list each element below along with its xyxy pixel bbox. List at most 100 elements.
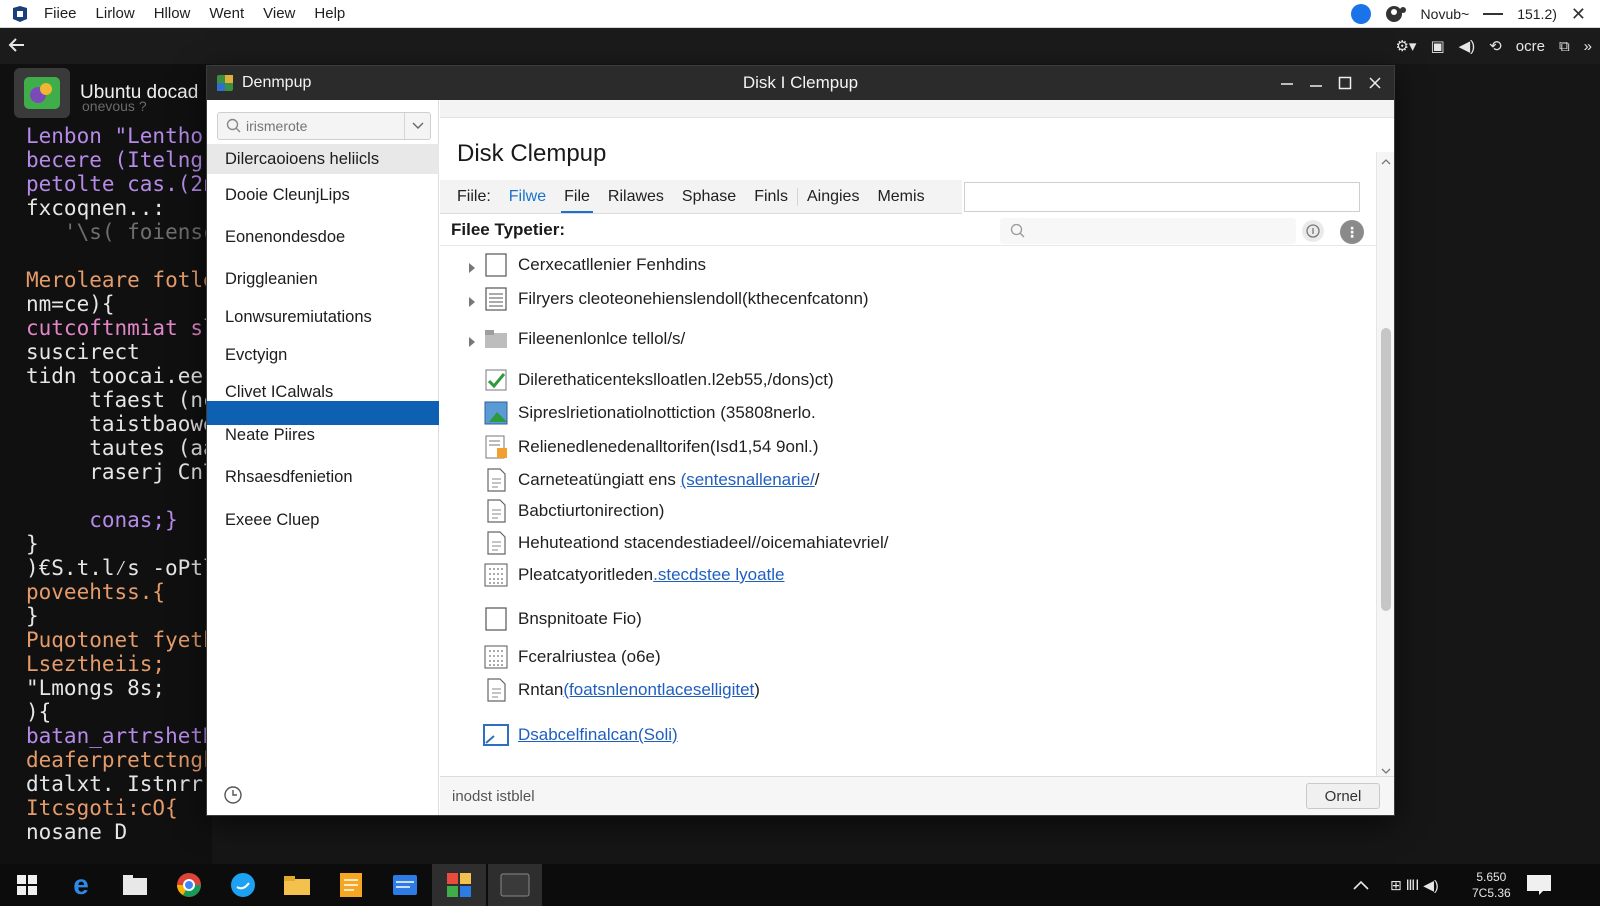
tab-sphase[interactable]: Sphase: [673, 180, 745, 214]
scrollbar-thumb[interactable]: [1381, 328, 1391, 611]
list-item[interactable]: Pleatcatyoritleden.stecdstee lyoatle: [440, 560, 1375, 590]
nav-search-box[interactable]: [217, 112, 431, 140]
expand-arrow-icon[interactable]: [467, 293, 477, 307]
chrome-icon[interactable]: [162, 864, 216, 906]
more-options-icon[interactable]: ⋮: [1340, 220, 1364, 244]
search-icon: [1010, 223, 1026, 239]
edge-browser-icon[interactable]: e: [54, 864, 108, 906]
nav-item-rhsaesdfenietion[interactable]: Rhsaesdfenietion: [207, 462, 439, 492]
list-item[interactable]: Carneteatüngiatt ens (sentesnallenarie//: [440, 465, 1375, 495]
twitter-icon[interactable]: [216, 864, 270, 906]
list-item-link[interactable]: (sentesnallenarie/: [681, 470, 815, 489]
maximize-button[interactable]: [1330, 66, 1360, 100]
vertical-scrollbar[interactable]: [1376, 152, 1394, 777]
tab-aingies[interactable]: Aingies: [798, 180, 868, 214]
nav-item-dooie[interactable]: Dooie CleunjLips: [207, 180, 439, 210]
tab-file-label[interactable]: Fiile:: [440, 180, 500, 214]
tab-bar-input[interactable]: [964, 182, 1360, 212]
expand-arrow-icon[interactable]: [467, 259, 477, 273]
nav-search-input[interactable]: [246, 118, 396, 134]
clock-text[interactable]: 151.2): [1517, 6, 1557, 22]
list-item-link[interactable]: Dsabcelfinalcan(Soli): [518, 725, 678, 744]
list-item[interactable]: Dsabcelfinalcan(Soli): [440, 720, 1375, 750]
notes-icon[interactable]: [324, 864, 378, 906]
list-item[interactable]: Fileenenlonlce tellol/s/: [440, 324, 1375, 354]
menu-item-hllow[interactable]: Hllow: [154, 5, 191, 22]
file-types-bar: Filee Typetier: ⋮: [440, 216, 1394, 246]
code-lines: Lenbon "Lenthor becere (Itelng(petolte ca…: [26, 124, 212, 844]
nav-item-lonwsuremiutations[interactable]: Lonwsuremiutations: [207, 302, 439, 332]
list-item[interactable]: Hehuteationd stacendestiadeel//oicemahia…: [440, 528, 1375, 558]
tab-memis[interactable]: Memis: [868, 180, 933, 214]
list-item-label: Dsabcelfinalcan(Soli): [518, 725, 678, 745]
scroll-down-icon[interactable]: [1381, 763, 1391, 774]
file-manager-icon[interactable]: [108, 864, 162, 906]
chevron-right-icon[interactable]: »: [1584, 38, 1592, 55]
list-item[interactable]: Filryers cleoteonehienslendoll(kthecenfc…: [440, 284, 1375, 314]
list-item[interactable]: Cerxecatllenier Fenhdins: [440, 250, 1375, 280]
list-item-link[interactable]: (foatsnlenontlaceselligitet: [563, 680, 754, 699]
code-line: )€S.t.l⁄s -oPtl: [26, 556, 212, 580]
ok-button[interactable]: Ornel: [1306, 783, 1380, 809]
scroll-up-icon[interactable]: [1381, 154, 1391, 165]
doc-file-icon: [482, 529, 510, 557]
tray-clock[interactable]: 5.650 7C5.36: [1472, 864, 1511, 906]
nav-item-evctyign[interactable]: Evctyign: [207, 340, 439, 370]
tab-file[interactable]: File: [555, 180, 599, 214]
history-icon[interactable]: [223, 785, 243, 805]
menu-item-went[interactable]: Went: [209, 5, 244, 22]
mail-icon[interactable]: [378, 864, 432, 906]
tray-network-icon[interactable]: ⊞ ⅢⅠ ◀): [1390, 864, 1439, 906]
list-item-label: Dilerethaticentekslloatlen.l2eb55,/dons)…: [518, 370, 834, 390]
chevron-down-icon[interactable]: [404, 113, 430, 139]
tab-filwe[interactable]: Filwe: [500, 180, 555, 214]
back-arrow-icon[interactable]: [6, 34, 30, 58]
tab-rilawes[interactable]: Rilawes: [599, 180, 673, 214]
list-item[interactable]: Rntan(foatsnlenontlaceselligitet): [440, 675, 1375, 705]
gallery-icon[interactable]: [432, 864, 486, 906]
nav-item-eonenondesdoe[interactable]: Eonenondesdoe: [207, 222, 439, 252]
menu-item-view[interactable]: View: [263, 5, 295, 22]
dialog-title-left: Denmpup: [242, 74, 312, 91]
list-item[interactable]: Relienedlenedenalltorifen(Isd1,54 9onl.): [440, 432, 1375, 462]
tab-finls[interactable]: Finls: [745, 180, 797, 214]
sync-icon[interactable]: ⟲: [1489, 37, 1502, 55]
list-item[interactable]: Bnspnitoate Fio): [440, 604, 1375, 634]
display-icon[interactable]: ▣: [1430, 37, 1444, 55]
nav-item-dilercaoioens[interactable]: Dilercaoioens heliicls: [207, 144, 439, 174]
terminal-icon[interactable]: [488, 864, 542, 906]
info-icon[interactable]: [1302, 220, 1324, 242]
expand-icon[interactable]: ⧉: [1559, 38, 1570, 55]
minimize-button[interactable]: [1301, 66, 1331, 100]
tray-chevron-up-icon[interactable]: [1352, 864, 1370, 906]
list-item[interactable]: Sipreslrietionatiolnottiction (35808nerl…: [440, 398, 1375, 428]
app-logo-icon[interactable]: [10, 4, 30, 24]
list-item[interactable]: Babctiurtonirection): [440, 496, 1375, 526]
list-item-link[interactable]: .stecdstee lyoatle: [653, 565, 784, 584]
menu-item-help[interactable]: Help: [314, 5, 345, 22]
start-button[interactable]: [0, 864, 54, 906]
tray-text[interactable]: ocre: [1516, 38, 1545, 55]
minimize-icon[interactable]: [1272, 66, 1302, 100]
notification-icon[interactable]: [1526, 864, 1552, 906]
file-types-search[interactable]: [1000, 218, 1296, 244]
network-icon[interactable]: [1350, 4, 1371, 24]
code-line: cutcoftnmiat sle: [26, 316, 212, 340]
folder-icon[interactable]: [270, 864, 324, 906]
expand-arrow-icon[interactable]: [467, 333, 477, 347]
minus-icon[interactable]: [1483, 13, 1504, 15]
list-item[interactable]: Fceralriustea (o6e): [440, 642, 1375, 672]
nav-item-exeee-cluep[interactable]: Exeee Cluep: [207, 505, 439, 535]
status-text[interactable]: Novub~: [1421, 6, 1470, 22]
settings-gear-icon[interactable]: ⚙▾: [1395, 37, 1416, 55]
nav-item-driggleanien[interactable]: Driggleanien: [207, 264, 439, 294]
menu-item-lirlow[interactable]: Lirlow: [96, 5, 135, 22]
volume-icon[interactable]: ◀): [1459, 37, 1476, 55]
user-icon[interactable]: [1385, 4, 1407, 24]
close-icon[interactable]: ✕: [1571, 4, 1586, 25]
close-button[interactable]: [1360, 66, 1390, 100]
nav-item-neate-piires[interactable]: Neate Piires: [207, 420, 439, 450]
menu-item-file[interactable]: Fiiee: [44, 5, 77, 22]
list-item[interactable]: Dilerethaticentekslloatlen.l2eb55,/dons)…: [440, 365, 1375, 395]
